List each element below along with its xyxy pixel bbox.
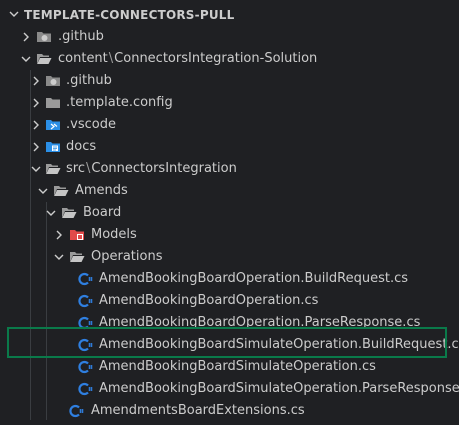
tree-item-label: AmendBookingBoardSimulateOperation.cs [99,359,376,374]
section-title: TEMPLATE-CONNECTORS-PULL [24,8,235,22]
tree-item-vscode[interactable]: .vscode [0,114,459,136]
tree-item-label: AmendmentsBoardExtensions.cs [91,403,305,418]
chevron-right-icon [33,98,39,108]
chevron-right-icon [23,32,29,42]
tree-item-label: docs [66,139,97,154]
tree-item-operations[interactable]: Operations [0,246,459,268]
models-folder-icon [70,230,84,240]
tree-file-csharp[interactable]: AmendmentsBoardExtensions.cs [0,400,459,422]
tree-item-content[interactable]: content\ConnectorsIntegration-Solution [0,48,459,70]
chevron-down-icon [54,254,64,260]
tree-item-label-suffix: ConnectorsIntegration-Solution [114,51,318,66]
tree-item-label: src [66,161,85,176]
chevron-down-icon [21,56,31,62]
tree-item-label: Amends [75,183,128,198]
folder-open-icon [37,54,52,64]
chevron-right-icon [56,230,62,240]
docs-folder-icon [46,142,60,152]
chevron-right-icon [33,142,39,152]
chevron-down-icon [46,210,56,216]
chevron-right-icon [33,76,39,86]
vscode-folder-icon [46,120,60,130]
chevron-down-icon [9,11,19,17]
tree-item-src[interactable]: src\ConnectorsIntegration [0,158,459,180]
csharp-file-icon [69,404,84,418]
chevron-down-icon [31,166,41,172]
csharp-file-icon [78,294,93,308]
tree-item-github-root[interactable]: .github [0,26,459,48]
tree-item-label: .vscode [66,117,116,132]
github-folder-icon [37,32,51,42]
folder-open-icon [62,208,77,218]
chevron-down-icon [38,188,48,194]
tree-item-label: Board [83,205,122,220]
tree-item-template-config[interactable]: .template.config [0,92,459,114]
folder-open-icon [70,252,85,262]
tree-item-amends[interactable]: Amends [0,180,459,202]
tree-item-label: AmendBookingBoardOperation.BuildRequest.… [99,271,409,286]
tree-file-csharp[interactable]: AmendBookingBoardOperation.cs [0,290,459,312]
tree-item-label: .github [58,29,104,44]
tree-item-github[interactable]: .github [0,70,459,92]
tree-item-label: AmendBookingBoardSimulateOperation.Parse… [99,381,459,396]
tree-item-label: content [58,51,108,66]
tree-item-label: Models [91,227,137,242]
tree-item-label: Operations [91,249,163,264]
tree-item-docs[interactable]: docs [0,136,459,158]
highlight-box [7,327,447,358]
tree-file-csharp[interactable]: AmendBookingBoardSimulateOperation.cs [0,356,459,378]
csharp-file-icon [78,382,93,396]
folder-icon [46,98,60,108]
github-folder-icon [46,76,60,86]
tree-item-label: AmendBookingBoardOperation.cs [99,293,319,308]
tree-item-board[interactable]: Board [0,202,459,224]
tree-file-csharp[interactable]: AmendBookingBoardOperation.BuildRequest.… [0,268,459,290]
tree-item-label: .github [66,73,112,88]
folder-open-icon [54,186,69,196]
tree-item-models[interactable]: Models [0,224,459,246]
chevron-right-icon [33,120,39,130]
csharp-file-icon [78,360,93,374]
tree-file-csharp[interactable]: AmendBookingBoardSimulateOperation.Parse… [0,378,459,400]
csharp-file-icon [78,272,93,286]
folder-open-icon [46,164,61,174]
tree-item-label: .template.config [66,95,173,110]
tree-item-label-suffix: ConnectorsIntegration [91,161,237,176]
